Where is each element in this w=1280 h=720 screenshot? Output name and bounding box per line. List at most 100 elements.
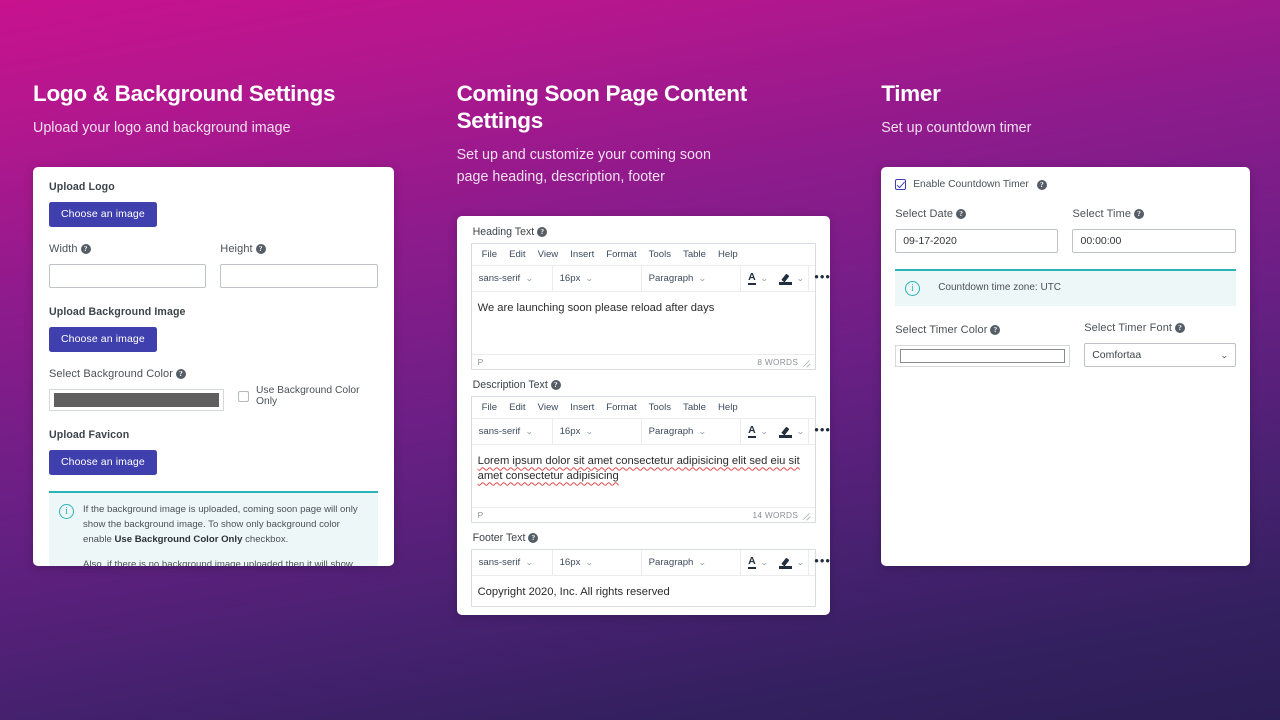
overflow-group: •••: [809, 266, 831, 291]
color-group: A ⌄ ⌄: [741, 266, 809, 292]
block-format-select[interactable]: Paragraph ⌄: [642, 266, 740, 291]
use-background-color-only-row[interactable]: Use Background Color Only: [238, 385, 378, 411]
help-icon-heading-text[interactable]: ?: [537, 227, 548, 238]
logo-height-input[interactable]: [220, 264, 378, 289]
help-icon-footer-text[interactable]: ?: [528, 533, 539, 544]
block-format-group: Paragraph ⌄: [642, 419, 741, 445]
menu-file[interactable]: File: [476, 247, 503, 262]
highlight-pen-icon: [778, 557, 792, 569]
chevron-down-icon[interactable]: ⌄: [796, 427, 804, 436]
chevron-down-icon[interactable]: ⌄: [796, 558, 804, 567]
enable-countdown-timer-row[interactable]: Enable Countdown Timer ?: [895, 179, 1236, 191]
block-format-select[interactable]: Paragraph ⌄: [642, 550, 740, 575]
word-count: 14 WORDS: [752, 510, 799, 521]
menu-view[interactable]: View: [532, 247, 565, 262]
highlight-color-button[interactable]: ⌄: [772, 266, 808, 291]
timer-color-picker[interactable]: [895, 345, 1071, 368]
menu-edit[interactable]: Edit: [503, 400, 532, 415]
text-color-icon: A: [747, 424, 757, 439]
chevron-down-icon[interactable]: ⌄: [760, 427, 768, 436]
logo-width-input[interactable]: [49, 264, 207, 289]
block-format-value: Paragraph: [648, 557, 694, 569]
settings-columns: Logo & Background Settings Upload your l…: [0, 0, 1280, 720]
help-icon-select-time[interactable]: ?: [1134, 209, 1145, 220]
select-time-input[interactable]: [1072, 229, 1236, 254]
font-size-select[interactable]: 16px ⌄: [553, 419, 641, 444]
word-count: 8 WORDS: [757, 357, 799, 368]
menu-table[interactable]: Table: [677, 247, 712, 262]
enable-countdown-timer-label: Enable Countdown Timer: [913, 179, 1029, 191]
menu-format[interactable]: Format: [600, 247, 642, 262]
enable-countdown-timer-checkbox[interactable]: [895, 179, 907, 191]
select-date-input[interactable]: [895, 229, 1059, 254]
text-color-button[interactable]: A ⌄: [741, 419, 772, 444]
heading-editor-statusbar: P 8 WORDS: [471, 354, 816, 369]
status-right: 8 WORDS: [757, 357, 811, 367]
resize-handle-icon[interactable]: [803, 511, 811, 519]
menu-view[interactable]: View: [532, 400, 565, 415]
resize-handle-icon[interactable]: [803, 358, 811, 366]
choose-background-image-button[interactable]: Choose an image: [49, 327, 157, 353]
menu-insert[interactable]: Insert: [564, 247, 600, 262]
more-options-icon[interactable]: •••: [809, 266, 831, 291]
page-subtitle-timer: Set up countdown timer: [881, 120, 1032, 136]
font-size-select[interactable]: 16px ⌄: [553, 550, 641, 575]
element-path[interactable]: P: [478, 510, 484, 520]
font-family-select[interactable]: sans-serif ⌄: [472, 266, 552, 291]
font-family-select[interactable]: sans-serif ⌄: [472, 550, 552, 575]
menu-file[interactable]: File: [476, 400, 503, 415]
chevron-down-icon[interactable]: ⌄: [760, 274, 768, 283]
menu-help[interactable]: Help: [712, 247, 744, 262]
menu-tools[interactable]: Tools: [643, 400, 677, 415]
subtitle-line-1: Set up and customize your coming soon: [456, 147, 711, 163]
choose-favicon-image-button[interactable]: Choose an image: [49, 450, 157, 476]
highlight-color-button[interactable]: ⌄: [772, 419, 808, 444]
select-time-label-text: Select Time: [1072, 208, 1132, 221]
description-text-content[interactable]: Lorem ipsum dolor sit amet consectetur a…: [471, 445, 816, 508]
chevron-down-icon[interactable]: ⌄: [760, 558, 768, 567]
text-color-icon: A: [747, 271, 757, 286]
chevron-down-icon: ⌄: [525, 274, 534, 284]
help-icon-timer-font[interactable]: ?: [1175, 323, 1186, 334]
font-size-select[interactable]: 16px ⌄: [553, 266, 641, 291]
help-icon-height[interactable]: ?: [255, 244, 266, 255]
footer-text-editor: sans-serif ⌄ 16px ⌄ Paragraph ⌄ A ⌄ ⌄ ••…: [470, 549, 830, 608]
help-icon-width[interactable]: ?: [80, 244, 91, 255]
help-icon-select-date[interactable]: ?: [956, 209, 967, 220]
help-icon-description-text[interactable]: ?: [550, 380, 561, 391]
heading-editor-menubar: File Edit View Insert Format Tools Table…: [471, 244, 816, 267]
heading-text-content[interactable]: We are launching soon please reload afte…: [471, 292, 816, 355]
menu-format[interactable]: Format: [600, 400, 642, 415]
footer-editor-toolbar: sans-serif ⌄ 16px ⌄ Paragraph ⌄ A ⌄ ⌄ ••…: [471, 550, 830, 577]
chevron-down-icon[interactable]: ⌄: [796, 274, 804, 283]
menu-insert[interactable]: Insert: [564, 400, 600, 415]
footer-text-content[interactable]: Copyright 2020, Inc. All rights reserved: [471, 576, 816, 607]
help-icon-enable-countdown[interactable]: ?: [1036, 179, 1047, 190]
block-format-select[interactable]: Paragraph ⌄: [642, 419, 740, 444]
use-background-color-only-checkbox[interactable]: [238, 390, 249, 402]
timer-font-select[interactable]: Comfortaa ⌄: [1084, 343, 1236, 368]
font-size-group: 16px ⌄: [553, 419, 642, 445]
font-family-select[interactable]: sans-serif ⌄: [472, 419, 552, 444]
menu-table[interactable]: Table: [677, 400, 712, 415]
background-color-picker[interactable]: [49, 389, 224, 412]
highlight-color-button[interactable]: ⌄: [772, 550, 808, 575]
info-icon: i: [905, 281, 921, 297]
text-color-button[interactable]: A ⌄: [741, 550, 772, 575]
element-path[interactable]: P: [478, 357, 484, 367]
menu-tools[interactable]: Tools: [643, 247, 677, 262]
font-size-group: 16px ⌄: [553, 266, 642, 292]
text-color-button[interactable]: A ⌄: [741, 266, 772, 291]
help-icon-timer-color[interactable]: ?: [990, 325, 1001, 336]
chevron-down-icon: ⌄: [1220, 350, 1229, 360]
help-icon-background-color[interactable]: ?: [175, 369, 186, 380]
choose-logo-image-button[interactable]: Choose an image: [49, 202, 157, 228]
use-background-color-only-label: Use Background Color Only: [256, 385, 360, 408]
font-size-value: 16px: [559, 557, 581, 569]
more-options-icon[interactable]: •••: [809, 550, 831, 575]
more-options-icon[interactable]: •••: [809, 419, 831, 444]
menu-help[interactable]: Help: [712, 400, 744, 415]
page-title-timer: Timer: [881, 81, 941, 106]
description-text-editor-wrap: Description Text? File Edit View Insert …: [470, 379, 830, 524]
menu-edit[interactable]: Edit: [503, 247, 532, 262]
